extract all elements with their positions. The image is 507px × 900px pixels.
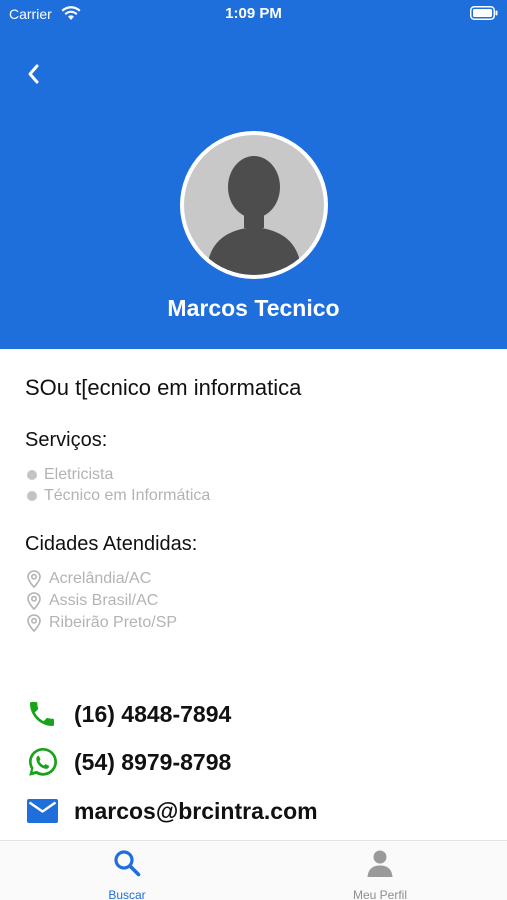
service-label: Eletricista [44,466,114,483]
email-icon [26,795,62,827]
back-icon [28,64,39,84]
service-item: Técnico em Informática [27,487,210,505]
battery-icon [470,6,498,23]
tab-bar: Buscar Meu Perfil [0,840,507,900]
bullet-icon [27,491,37,501]
email-contact[interactable]: marcos@brcintra.com [26,795,318,827]
city-label: Ribeirão Preto/SP [49,614,178,631]
city-item: Acrelândia/AC [27,570,151,588]
location-pin-icon [27,570,41,588]
tab-buscar[interactable]: Buscar [62,847,192,900]
phone-icon [26,698,62,730]
phone-contact[interactable]: (16) 4848-7894 [26,698,231,730]
city-label: Acrelândia/AC [49,570,152,587]
tab-meu-perfil-label: Meu Perfil [352,888,408,900]
location-pin-icon [27,614,41,632]
back-button[interactable] [18,58,48,90]
service-label: Técnico em Informática [44,487,211,504]
city-item: Ribeirão Preto/SP [27,614,177,632]
service-item: Eletricista [27,466,113,484]
city-item: Assis Brasil/AC [27,592,158,610]
bullet-icon [27,470,37,480]
phone-number: (16) 4848-7894 [74,700,232,727]
status-bar: Carrier 1:09 PM [0,0,507,28]
services-title: Serviços: [25,429,108,451]
email-address: marcos@brcintra.com [74,797,318,824]
avatar [180,131,328,279]
profile-name: Marcos Tecnico [167,295,340,321]
city-label: Assis Brasil/AC [49,592,159,609]
whatsapp-icon [26,746,62,778]
profile-bio: SOu t[ecnico em informatica [25,375,302,400]
user-icon [315,847,445,879]
tab-buscar-label: Buscar [108,888,146,900]
search-icon [62,847,192,879]
tab-meu-perfil[interactable]: Meu Perfil [315,847,445,900]
whatsapp-contact[interactable]: (54) 8979-8798 [26,746,231,778]
avatar-placeholder [184,135,324,275]
location-pin-icon [27,592,41,610]
profile-header: Carrier 1:09 PM Marcos Tecnico [0,0,507,349]
status-time: 1:09 PM [225,5,282,22]
cities-title: Cidades Atendidas: [25,533,198,555]
whatsapp-number: (54) 8979-8798 [74,748,232,775]
